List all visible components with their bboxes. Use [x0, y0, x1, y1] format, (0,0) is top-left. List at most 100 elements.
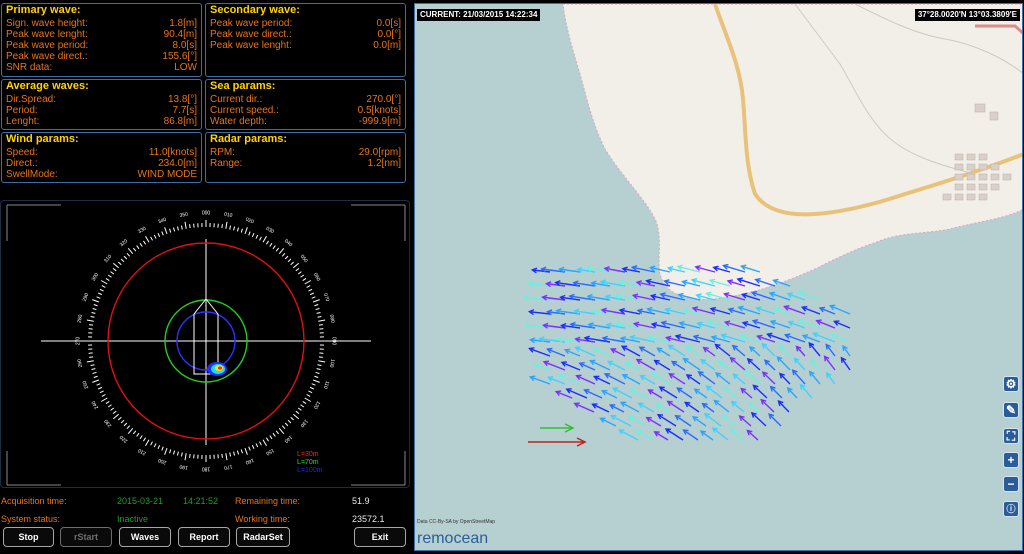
- compass-tick: [262, 235, 267, 243]
- rstart-button[interactable]: rStart: [60, 527, 112, 547]
- compass-tick: [132, 247, 137, 252]
- compass-tick: [107, 404, 112, 408]
- compass-tick: [229, 452, 232, 457]
- current-vector: [620, 401, 640, 413]
- radar-params-panel: Radar params: RPM: 29.0[rpm] Range: 1.2[nm…: [205, 132, 406, 183]
- compass-tick: [161, 446, 164, 451]
- radar-params-title: Radar params:: [210, 133, 288, 145]
- compass-tick: [136, 245, 140, 250]
- compass-tick: [112, 413, 119, 420]
- compass-tick: [311, 383, 316, 386]
- compass-tick: [150, 236, 153, 241]
- zoom-in-button[interactable]: +: [1003, 452, 1019, 468]
- secondary-row: Peak wave lenght: 0.0[m]: [210, 40, 401, 51]
- compass-tick: [318, 360, 326, 363]
- compass-tick: [184, 453, 187, 461]
- compass-tick: [97, 292, 103, 296]
- compass-tick: [287, 419, 292, 424]
- compass-degree-label: 210: [137, 447, 147, 456]
- compass-degree-label: 290: [82, 292, 91, 302]
- compass-tick: [189, 453, 191, 458]
- info-icon[interactable]: ⓘ: [1003, 501, 1019, 517]
- compass-tick: [96, 383, 101, 386]
- current-vector: [676, 387, 693, 399]
- compass-tick: [172, 227, 176, 232]
- current-vector: [764, 359, 776, 371]
- stop-button[interactable]: Stop: [3, 527, 54, 547]
- compass-tick: [255, 234, 259, 239]
- sea-params-title: Sea params:: [210, 80, 276, 92]
- compass-tick: [302, 278, 307, 282]
- current-vector: [824, 355, 836, 371]
- compass-tick: [184, 221, 187, 229]
- current-vector: [683, 358, 701, 371]
- compass-tick: [110, 407, 115, 411]
- acquisition-time: 14:21:52: [183, 496, 219, 506]
- edit-icon[interactable]: ✎: [1003, 402, 1019, 418]
- map-canvas[interactable]: [415, 4, 1023, 551]
- working-time-label: Working time:: [235, 514, 290, 524]
- current-vector: [706, 385, 723, 399]
- compass-tick: [143, 437, 147, 442]
- waves-button[interactable]: Waves: [119, 527, 171, 547]
- exit-button[interactable]: Exit: [354, 527, 406, 547]
- compass-degree-label: 020: [245, 217, 255, 226]
- compass-tick: [145, 439, 150, 447]
- compass-degree-label: 200: [157, 457, 167, 466]
- current-vector: [630, 388, 648, 399]
- map-view[interactable]: CURRENT: 21/03/2015 14:22:34 37°28.0020'…: [414, 3, 1023, 551]
- compass-tick: [225, 221, 228, 229]
- compass-tick: [120, 419, 125, 424]
- compass-tick: [309, 292, 315, 296]
- compass-tick: [229, 225, 232, 230]
- coastline-land: [562, 4, 1022, 300]
- compass-degree-label: 310: [103, 254, 113, 264]
- current-vector: [794, 357, 806, 371]
- current-vector: [698, 371, 716, 385]
- compass-degree-label: 320: [119, 238, 129, 248]
- current-vector: [779, 373, 791, 385]
- compass-tick: [284, 255, 289, 260]
- radarset-button[interactable]: RadarSet: [236, 527, 290, 547]
- polar-spectrum-plot: 000 0100200300400500600700800901001101201…: [6, 204, 406, 486]
- primary-wave-panel: Primary wave: Sign. wave height: 1.8[m] P…: [1, 3, 202, 77]
- legend-100m: L=100m: [297, 467, 323, 474]
- compass-tick: [284, 422, 289, 427]
- compass-tick: [136, 432, 140, 437]
- compass-tick: [91, 311, 96, 314]
- secondary-row: Peak wave period: 0.0[s]: [210, 18, 401, 29]
- compass-tick: [269, 435, 273, 440]
- compass-tick: [86, 360, 94, 363]
- layers-icon[interactable]: ⚙: [1003, 376, 1019, 392]
- compass-degree-label: 300: [91, 272, 100, 282]
- compass-tick: [312, 299, 320, 303]
- compass-tick: [308, 288, 313, 292]
- current-vector: [715, 343, 731, 357]
- compass-tick: [278, 247, 285, 254]
- working-time-value: 23572.1: [352, 514, 385, 524]
- compass-tick: [89, 324, 94, 326]
- current-vector: [668, 344, 686, 357]
- compass-tick: [176, 226, 179, 231]
- wind-params-panel: Wind params: Speed: 11.0[knots] Direct.: 2…: [1, 132, 202, 183]
- compass-degree-label: 170: [223, 463, 232, 470]
- compass-tick: [272, 245, 276, 250]
- compass-tick: [304, 397, 312, 402]
- compass-tick: [304, 280, 312, 285]
- compass-tick: [153, 443, 157, 448]
- remaining-time-label: Remaining time:: [235, 496, 301, 506]
- zoom-out-button[interactable]: −: [1003, 476, 1019, 492]
- fullscreen-icon[interactable]: ⛶: [1003, 428, 1019, 444]
- compass-tick: [91, 368, 96, 371]
- sea-row: Current speed.: 0.5[knots]: [210, 105, 401, 116]
- compass-tick: [101, 394, 106, 397]
- report-button[interactable]: Report: [178, 527, 230, 547]
- current-vector: [714, 399, 730, 413]
- current-vector: [636, 359, 656, 371]
- compass-tick: [265, 240, 269, 245]
- sea-row: Water depth: -999.9[m]: [210, 116, 401, 127]
- average-row: Dir.Spread: 13.8[°]: [6, 94, 197, 105]
- compass-tick: [318, 324, 323, 326]
- compass-tick: [123, 422, 128, 427]
- compass-tick: [139, 435, 143, 440]
